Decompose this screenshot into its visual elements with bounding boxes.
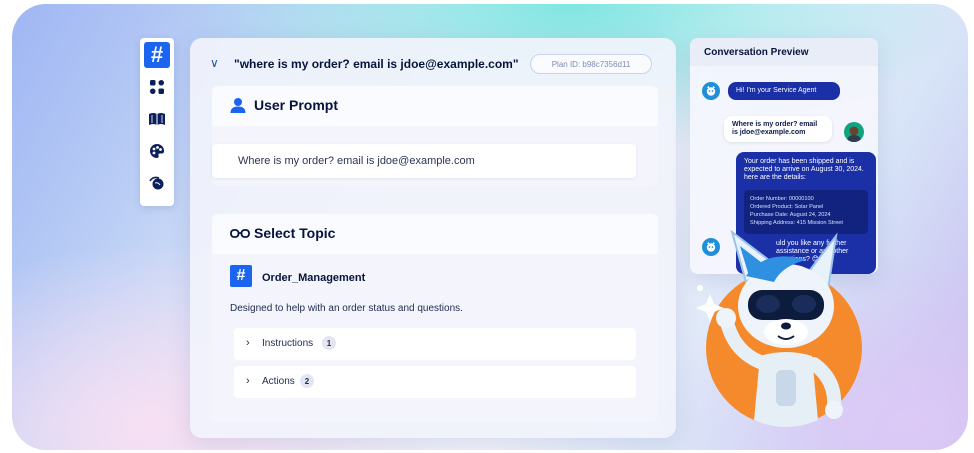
select-topic-header: Select Topic <box>212 214 658 254</box>
hash-icon: # <box>230 265 252 287</box>
glasses-icon <box>230 229 250 238</box>
rail-palette-button[interactable] <box>144 138 170 164</box>
robot-mascot-illustration <box>696 230 862 427</box>
user-avatar <box>844 122 864 142</box>
chevron-right-icon: › <box>246 337 250 349</box>
user-prompt-text-box: Where is my order? email is jdoe@example… <box>212 144 636 178</box>
instructions-label: Instructions <box>262 338 314 349</box>
user-prompt-text: Where is my order? email is jdoe@example… <box>238 155 475 167</box>
actions-count-badge: 2 <box>300 374 314 388</box>
agent-reply-intro: Your order has been shipped and is expec… <box>744 158 864 181</box>
ordered-product: Ordered Product: Solar Panel <box>750 204 824 210</box>
select-topic-title: Select Topic <box>254 225 336 241</box>
user-prompt-title: User Prompt <box>254 97 339 113</box>
actions-label: Actions <box>262 376 295 387</box>
instructions-row[interactable]: › Instructions 1 <box>234 328 636 360</box>
planet-icon <box>149 176 164 190</box>
palette-icon <box>150 144 164 158</box>
background-stage: # ∨ "where is my order? email is jdoe@ex… <box>12 4 968 450</box>
reasoning-panel: ∨ "where is my order? email is jdoe@exam… <box>190 38 676 438</box>
actions-row[interactable]: › Actions 2 <box>234 366 636 398</box>
topic-name[interactable]: Order_Management <box>262 272 365 284</box>
user-prompt-header: User Prompt <box>212 86 658 126</box>
query-header: ∨ "where is my order? email is jdoe@exam… <box>190 52 676 76</box>
plan-id-badge: Plan ID: b98c7356d11 <box>530 54 652 74</box>
topic-description: Designed to help with an order status an… <box>230 303 463 314</box>
purchase-date: Purchase Date: August 24, 2024 <box>750 212 831 218</box>
book-icon <box>149 113 165 125</box>
rail-grid-button[interactable] <box>144 74 170 100</box>
rail-library-button[interactable] <box>144 106 170 132</box>
grid-icon <box>150 80 164 94</box>
order-details-box: Order Number: 00000100 Ordered Product: … <box>744 190 868 234</box>
user-icon <box>230 98 246 113</box>
rail-topics-button[interactable]: # <box>144 42 170 68</box>
shipping-address: Shipping Address: 415 Mission Street <box>750 220 843 226</box>
agent-avatar-icon <box>702 82 720 100</box>
hash-icon: # <box>150 42 164 67</box>
conversation-preview-title: Conversation Preview <box>690 38 878 66</box>
agent-greeting-bubble: Hi! I'm your Service Agent <box>728 82 840 100</box>
user-message-bubble: Where is my order? email is jdoe@example… <box>724 116 832 142</box>
rail-planet-button[interactable] <box>144 170 170 196</box>
order-number: Order Number: 00000100 <box>750 196 814 202</box>
chevron-down-icon[interactable]: ∨ <box>210 56 219 70</box>
select-topic-card: Select Topic # Order_Management Designed… <box>212 214 658 422</box>
query-title: "where is my order? email is jdoe@exampl… <box>234 57 519 71</box>
chevron-right-icon: › <box>246 375 250 387</box>
left-icon-rail: # <box>140 38 174 206</box>
instructions-count-badge: 1 <box>322 336 336 350</box>
